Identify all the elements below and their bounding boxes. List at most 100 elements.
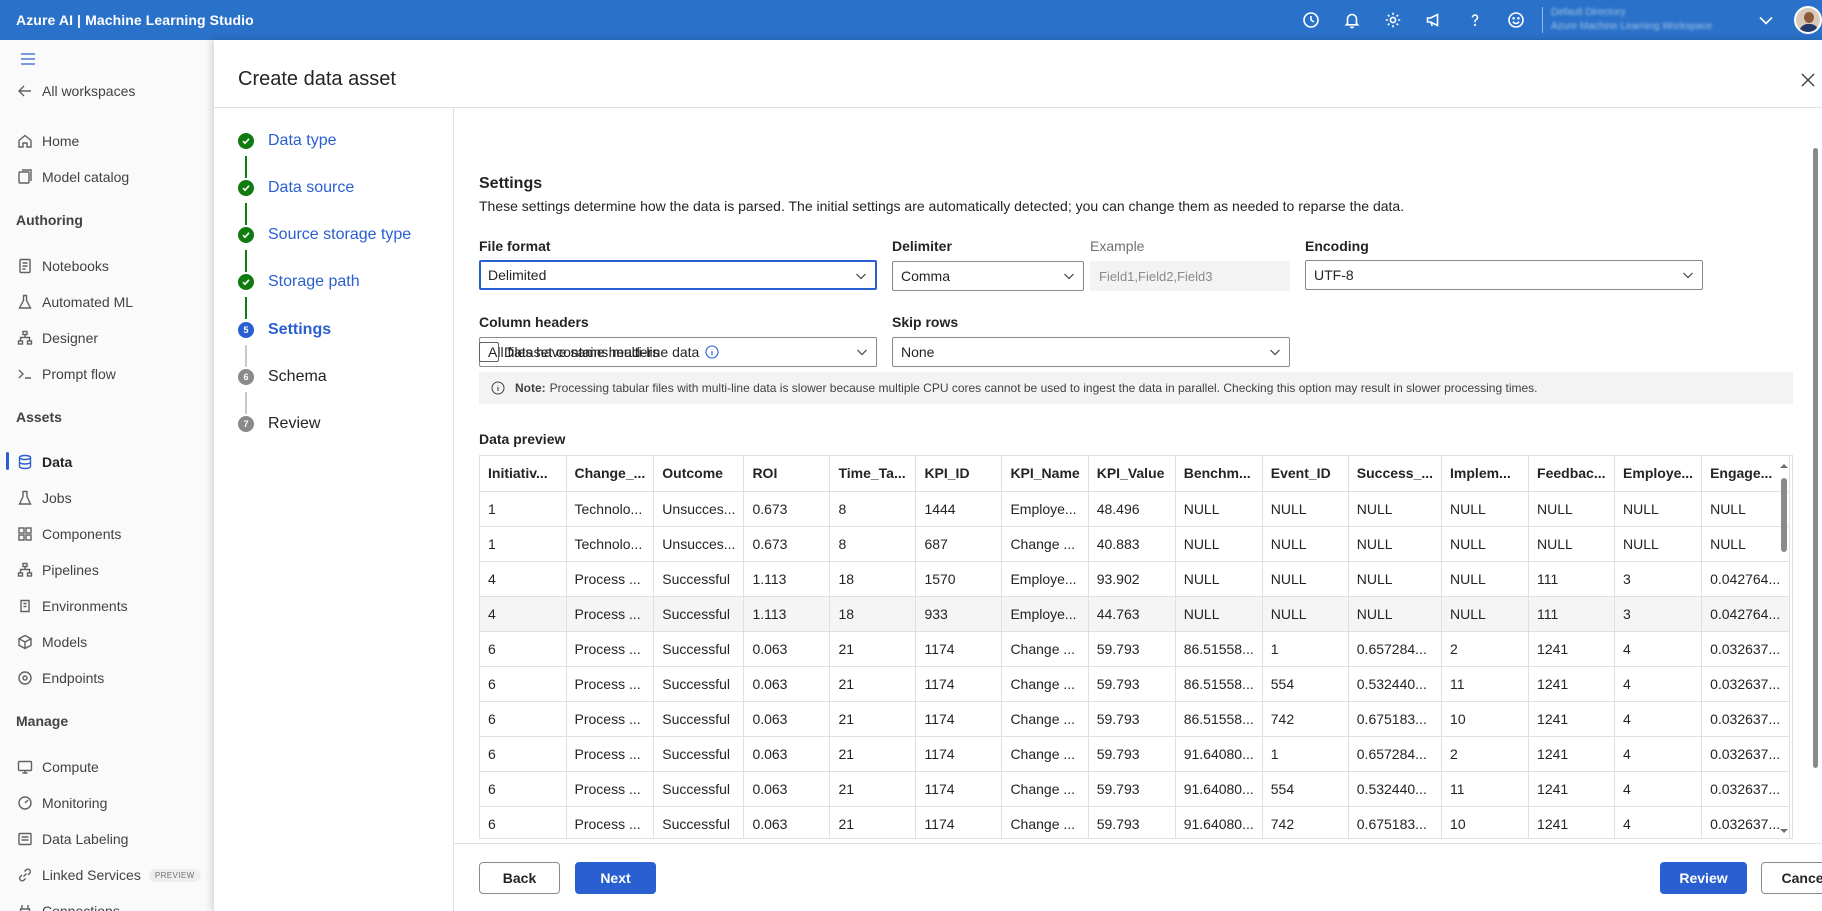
scroll-thumb[interactable] [1781, 478, 1787, 552]
close-icon[interactable] [1798, 70, 1818, 90]
table-cell: 10 [1441, 806, 1530, 838]
column-header[interactable]: Event_ID [1262, 456, 1349, 492]
multiline-label[interactable]: Dataset contains multi-line data [504, 344, 699, 360]
multiline-checkbox[interactable] [479, 342, 499, 362]
nav-designer[interactable]: Designer [16, 327, 98, 349]
nav-all-workspaces[interactable]: All workspaces [16, 80, 135, 102]
step-review[interactable]: 7 Review [238, 412, 320, 436]
table-cell: NULL [1348, 561, 1443, 597]
table-row[interactable]: 4 Process ... Successful 1.113 18 933 Employe.… [480, 596, 1791, 632]
table-cell: 59.793 [1088, 806, 1176, 838]
table-row[interactable]: 6 Process ... Successful 0.063 21 1174 Change … [480, 666, 1791, 702]
step-settings[interactable]: 5 Settings [238, 318, 331, 342]
table-row[interactable]: 1 Technolo... Unsucces... 0.673 8 687 Change .… [480, 526, 1791, 562]
grid-scrollbar[interactable] [1777, 456, 1791, 838]
table-cell: Process ... [566, 736, 655, 772]
chevron-down-icon[interactable] [1757, 11, 1775, 29]
avatar[interactable] [1794, 6, 1822, 34]
step-storage-path[interactable]: Storage path [238, 270, 360, 294]
panel-scrollbar[interactable] [1812, 128, 1820, 768]
scroll-up-icon[interactable] [1777, 461, 1791, 471]
column-header[interactable]: Change_... [566, 456, 655, 492]
workspace-selector[interactable]: Default Directory Azure Machine Learning… [1551, 2, 1771, 38]
table-row[interactable]: 1 Technolo... Unsucces... 0.673 8 1444 Employe… [480, 491, 1791, 527]
nav-environments[interactable]: Environments [16, 595, 128, 617]
nav-jobs[interactable]: Jobs [16, 487, 72, 509]
column-header[interactable]: Benchm... [1175, 456, 1263, 492]
step-data-type[interactable]: Data type [238, 129, 336, 153]
step-schema[interactable]: 6 Schema [238, 365, 327, 389]
column-header[interactable]: Employe... [1614, 456, 1703, 492]
file-format-dropdown[interactable]: Delimited [479, 260, 877, 290]
column-header[interactable]: Time_Ta... [829, 456, 917, 492]
step-label: Data source [268, 179, 355, 196]
table-row[interactable]: 6 Process ... Successful 0.063 21 1174 Change … [480, 806, 1791, 838]
column-header[interactable]: Outcome [653, 456, 745, 492]
scroll-thumb[interactable] [1813, 148, 1818, 768]
next-button[interactable]: Next [575, 862, 656, 894]
table-row[interactable]: 6 Process ... Successful 0.063 21 1174 Change … [480, 701, 1791, 737]
nav-automated-ml[interactable]: Automated ML [16, 291, 133, 313]
step-label: Source storage type [268, 226, 412, 243]
column-header[interactable]: Implem... [1441, 456, 1530, 492]
nav-components[interactable]: Components [16, 523, 121, 545]
nav-data-labeling[interactable]: Data Labeling [16, 828, 128, 850]
smiley-icon[interactable] [1495, 0, 1536, 40]
check-icon [238, 180, 254, 196]
table-cell: NULL [1614, 491, 1703, 527]
nav-home[interactable]: Home [16, 130, 79, 152]
nav-notebooks[interactable]: Notebooks [16, 255, 109, 277]
cancel-button[interactable]: Cancel [1761, 862, 1822, 894]
info-icon[interactable] [705, 345, 719, 359]
column-header[interactable]: Initiativ... [480, 456, 567, 492]
column-header[interactable]: Success_... [1348, 456, 1443, 492]
step-data-source[interactable]: Data source [238, 176, 354, 200]
app-title[interactable]: Azure AI | Machine Learning Studio [0, 12, 254, 28]
column-header[interactable]: KPI_ID [915, 456, 1003, 492]
history-icon[interactable] [1290, 0, 1331, 40]
scroll-down-icon[interactable] [1777, 826, 1791, 836]
nav-connections[interactable]: Connections [16, 900, 120, 911]
column-header[interactable]: Feedbac... [1528, 456, 1616, 492]
column-header[interactable]: KPI_Value [1088, 456, 1176, 492]
table-cell: NULL [1614, 526, 1703, 562]
step-connector [245, 203, 247, 225]
hamburger-icon[interactable] [20, 52, 36, 66]
table-row[interactable]: 6 Process ... Successful 0.063 21 1174 Change … [480, 736, 1791, 772]
encoding-dropdown[interactable]: UTF-8 [1305, 260, 1703, 290]
table-cell: 21 [829, 631, 917, 667]
table-row[interactable]: 6 Process ... Successful 0.063 21 1174 Change … [480, 631, 1791, 667]
skip-rows-dropdown[interactable]: None [892, 337, 1290, 367]
gear-icon[interactable] [1372, 0, 1413, 40]
nav-endpoints[interactable]: Endpoints [16, 667, 104, 689]
environment-icon [16, 597, 34, 615]
data-preview-grid[interactable]: Initiativ... Change_... Outcome ROI Time_Ta.… [479, 455, 1793, 839]
table-cell: 21 [829, 736, 917, 772]
nav-monitoring[interactable]: Monitoring [16, 792, 107, 814]
delimiter-dropdown[interactable]: Comma [892, 261, 1084, 291]
back-button[interactable]: Back [479, 862, 560, 894]
create-data-asset-panel: Create data asset Data type Data source … [214, 40, 1822, 911]
megaphone-icon[interactable] [1413, 0, 1454, 40]
column-header[interactable]: KPI_Name [1001, 456, 1089, 492]
column-header[interactable]: ROI [743, 456, 831, 492]
nav-prompt-flow[interactable]: Prompt flow [16, 363, 116, 385]
nav-data[interactable]: Data [16, 451, 72, 473]
nav-linked-services[interactable]: Linked Services PREVIEW [16, 864, 201, 886]
chevron-down-icon [1270, 349, 1280, 356]
bell-icon[interactable] [1331, 0, 1372, 40]
nav-pipelines[interactable]: Pipelines [16, 559, 99, 581]
review-button[interactable]: Review [1660, 862, 1747, 894]
nav-model-catalog[interactable]: Model catalog [16, 166, 129, 188]
skip-rows-label: Skip rows [892, 314, 959, 330]
prompt-icon [16, 365, 34, 383]
nav-label: Data Labeling [42, 831, 129, 847]
nav-models[interactable]: Models [16, 631, 87, 653]
nav-compute[interactable]: Compute [16, 756, 99, 778]
info-icon [491, 381, 505, 395]
step-source-storage-type[interactable]: Source storage type [238, 223, 411, 247]
table-row[interactable]: 6 Process ... Successful 0.063 21 1174 Change … [480, 771, 1791, 807]
help-icon[interactable] [1454, 0, 1495, 40]
table-cell: 6 [480, 771, 567, 807]
table-row[interactable]: 4 Process ... Successful 1.113 18 1570 Employe… [480, 561, 1791, 597]
